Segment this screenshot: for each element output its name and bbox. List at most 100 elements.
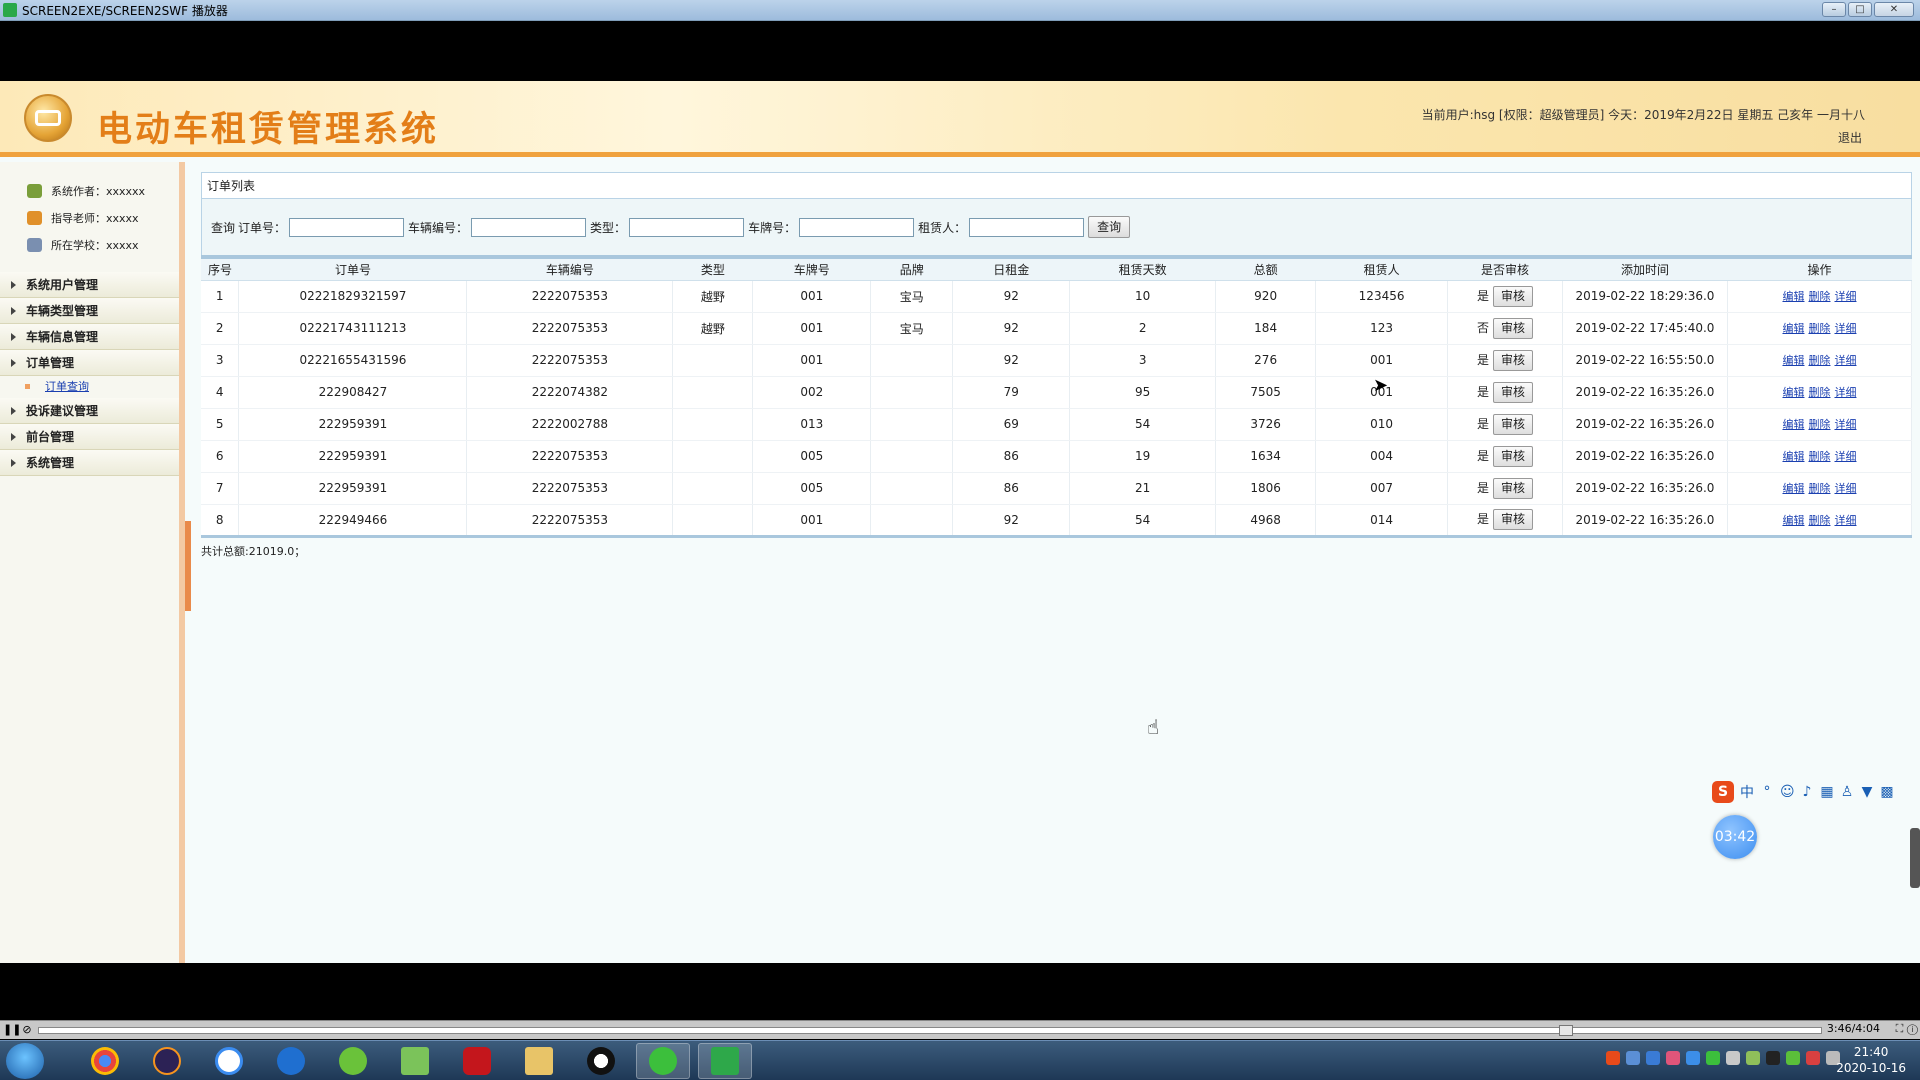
- minimize-button[interactable]: –: [1822, 2, 1846, 17]
- detail-link[interactable]: 详细: [1834, 450, 1856, 463]
- wechat-app[interactable]: [636, 1043, 690, 1079]
- menu-system-management[interactable]: 系统管理: [0, 450, 179, 476]
- delete-link[interactable]: 删除: [1808, 354, 1830, 367]
- shield-icon[interactable]: [1686, 1051, 1700, 1065]
- edit-link[interactable]: 编辑: [1782, 418, 1804, 431]
- ime-toolbar[interactable]: S 中 ° ☺ ♪ ▦ ♙ ▼ ▩: [1712, 778, 1920, 806]
- speaker-icon[interactable]: [1726, 1051, 1740, 1065]
- detail-link[interactable]: 详细: [1834, 418, 1856, 431]
- delete-link[interactable]: 删除: [1808, 322, 1830, 335]
- skin-icon[interactable]: ▼: [1860, 784, 1874, 800]
- pause-icon[interactable]: ❚❚: [3, 1023, 21, 1037]
- tray-icon-3[interactable]: [1646, 1051, 1660, 1065]
- maximize-button[interactable]: □: [1848, 2, 1872, 17]
- screen2exe-app[interactable]: [698, 1043, 752, 1079]
- eclipse-app[interactable]: [140, 1043, 194, 1079]
- delete-link[interactable]: 删除: [1808, 290, 1830, 303]
- edit-link[interactable]: 编辑: [1782, 354, 1804, 367]
- edit-link[interactable]: 编辑: [1782, 482, 1804, 495]
- delete-link[interactable]: 删除: [1808, 514, 1830, 527]
- menu-order-management[interactable]: 订单管理: [0, 350, 179, 376]
- table-cell: 02221743111213: [238, 312, 468, 345]
- audit-button[interactable]: 审核: [1493, 349, 1534, 371]
- edit-link[interactable]: 编辑: [1782, 450, 1804, 463]
- edit-link[interactable]: 编辑: [1782, 322, 1804, 335]
- audit-cell: 是审核: [1447, 408, 1564, 441]
- edit-link[interactable]: 编辑: [1782, 290, 1804, 303]
- edit-link[interactable]: 编辑: [1782, 514, 1804, 527]
- close-button[interactable]: ✕: [1874, 2, 1914, 17]
- audit-button[interactable]: 审核: [1493, 509, 1534, 530]
- stop-icon[interactable]: ⊘: [20, 1023, 34, 1037]
- user-icon[interactable]: ♙: [1840, 784, 1854, 800]
- delete-link[interactable]: 删除: [1808, 482, 1830, 495]
- table-cell: 越野: [672, 312, 754, 345]
- menu-vehicle-info-management[interactable]: 车辆信息管理: [0, 324, 179, 350]
- microphone-icon[interactable]: ♪: [1800, 784, 1814, 800]
- ime-mode-indicator[interactable]: 中: [1740, 782, 1754, 802]
- keyboard-icon[interactable]: ▦: [1820, 784, 1834, 800]
- detail-link[interactable]: 详细: [1834, 354, 1856, 367]
- table-cell: 123456: [1315, 280, 1449, 313]
- tray-icon-4[interactable]: [1666, 1051, 1680, 1065]
- leaf-app[interactable]: [326, 1043, 380, 1079]
- notepad-app[interactable]: [388, 1043, 442, 1079]
- edit-link[interactable]: 编辑: [1782, 386, 1804, 399]
- sidebar-collapse-handle[interactable]: [185, 521, 191, 611]
- plate-no-input[interactable]: [799, 217, 915, 237]
- audit-button[interactable]: 审核: [1493, 445, 1534, 467]
- browser-app[interactable]: [264, 1043, 318, 1079]
- menu-vehicle-type-management[interactable]: 车辆类型管理: [0, 298, 179, 324]
- start-button[interactable]: [6, 1043, 44, 1079]
- detail-link[interactable]: 详细: [1834, 290, 1856, 303]
- detail-link[interactable]: 详细: [1834, 514, 1856, 527]
- taskbar-clock[interactable]: 21:40 2020-10-16: [1836, 1044, 1906, 1076]
- player-options-icon[interactable]: ⛶ ⓘ: [1896, 1022, 1918, 1036]
- progress-track[interactable]: [38, 1025, 1822, 1036]
- qq-tray-icon[interactable]: [1766, 1051, 1780, 1065]
- network-icon[interactable]: [1746, 1051, 1760, 1065]
- menu-frontend-management[interactable]: 前台管理: [0, 424, 179, 450]
- baidu-netdisk-app[interactable]: [202, 1043, 256, 1079]
- audit-button[interactable]: 审核: [1493, 381, 1534, 403]
- query-button[interactable]: 查询: [1088, 216, 1131, 238]
- menu-grid-icon[interactable]: ▩: [1880, 784, 1894, 800]
- volume-icon[interactable]: [1806, 1051, 1820, 1065]
- delete-link[interactable]: 删除: [1808, 418, 1830, 431]
- renter-input[interactable]: [969, 217, 1085, 237]
- audit-button[interactable]: 审核: [1493, 477, 1534, 499]
- timer-badge[interactable]: 03:42: [1713, 815, 1757, 859]
- logout-link[interactable]: 退出: [1838, 129, 1862, 146]
- file-explorer-app[interactable]: [512, 1043, 566, 1079]
- chrome-app[interactable]: [78, 1043, 132, 1079]
- delete-link[interactable]: 删除: [1808, 450, 1830, 463]
- battery-icon[interactable]: [1786, 1051, 1800, 1065]
- submenu-order-query[interactable]: 订单查询: [0, 376, 179, 398]
- sogou-tray-icon[interactable]: [1606, 1051, 1620, 1065]
- column-header: 日租金: [952, 257, 1070, 281]
- vehicle-no-input[interactable]: [471, 217, 587, 237]
- menu-complaint-management[interactable]: 投诉建议管理: [0, 398, 179, 424]
- audit-button[interactable]: 审核: [1493, 413, 1534, 435]
- sogou-ime-icon[interactable]: S: [1712, 781, 1734, 803]
- qq-app[interactable]: [574, 1043, 628, 1079]
- detail-link[interactable]: 详细: [1834, 322, 1856, 335]
- emoji-icon[interactable]: ☺: [1780, 784, 1795, 800]
- audit-button[interactable]: 审核: [1493, 317, 1534, 339]
- tray-icon-2[interactable]: [1626, 1051, 1640, 1065]
- audit-button[interactable]: 审核: [1493, 285, 1534, 307]
- delete-link[interactable]: 删除: [1808, 386, 1830, 399]
- progress-thumb[interactable]: [1559, 1025, 1574, 1036]
- menu-user-management[interactable]: 系统用户管理: [0, 272, 179, 298]
- detail-link[interactable]: 详细: [1834, 386, 1856, 399]
- order-no-input[interactable]: [289, 217, 405, 237]
- detail-link[interactable]: 详细: [1834, 482, 1856, 495]
- punctuation-icon[interactable]: °: [1760, 784, 1774, 800]
- added-time-cell: 2019-02-22 16:35:26.0: [1562, 408, 1728, 441]
- table-cell: 21: [1069, 472, 1217, 505]
- side-handle[interactable]: [1910, 828, 1920, 888]
- type-input[interactable]: [629, 217, 745, 237]
- flash-app[interactable]: [450, 1043, 504, 1079]
- column-header: 是否审核: [1447, 257, 1563, 281]
- wechat-tray-icon[interactable]: [1706, 1051, 1720, 1065]
